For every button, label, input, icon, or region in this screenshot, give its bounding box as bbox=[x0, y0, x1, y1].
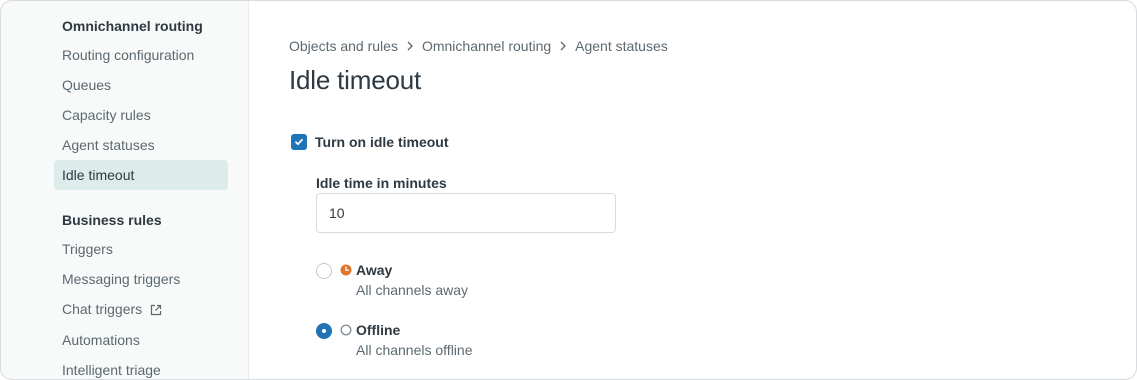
chevron-right-icon bbox=[559, 38, 567, 54]
circle-outline-icon bbox=[340, 324, 352, 336]
status-option-description: All channels away bbox=[356, 282, 469, 298]
checkmark-icon bbox=[295, 138, 303, 146]
chevron-right-icon bbox=[406, 38, 414, 54]
radio-offline[interactable] bbox=[316, 323, 332, 339]
sidebar-item-intelligent-triage[interactable]: Intelligent triage bbox=[54, 355, 228, 379]
sidebar-item-automations[interactable]: Automations bbox=[54, 325, 228, 355]
sidebar-item-messaging-triggers[interactable]: Messaging triggers bbox=[54, 264, 228, 294]
sidebar-item-chat-triggers[interactable]: Chat triggers bbox=[54, 294, 228, 324]
status-option-away[interactable]: Away All channels away bbox=[316, 262, 468, 298]
external-link-icon bbox=[150, 296, 162, 326]
sidebar-item-queues[interactable]: Queues bbox=[54, 70, 228, 100]
radio-away[interactable] bbox=[316, 263, 332, 279]
idle-time-input[interactable] bbox=[316, 193, 616, 233]
sidebar-item-triggers[interactable]: Triggers bbox=[54, 234, 228, 264]
status-option-description: All channels offline bbox=[356, 342, 473, 358]
sidebar-group-title-business-rules: Business rules bbox=[62, 212, 162, 228]
breadcrumb: Objects and rules Omnichannel routing Ag… bbox=[289, 38, 668, 54]
breadcrumb-objects-and-rules[interactable]: Objects and rules bbox=[289, 38, 398, 54]
idle-time-label: Idle time in minutes bbox=[316, 175, 447, 191]
breadcrumb-agent-statuses[interactable]: Agent statuses bbox=[575, 38, 668, 54]
sidebar-item-routing-configuration[interactable]: Routing configuration bbox=[54, 40, 228, 70]
status-option-offline[interactable]: Offline All channels offline bbox=[316, 322, 472, 358]
checkbox-checked[interactable] bbox=[291, 134, 307, 150]
status-option-title: Offline bbox=[356, 322, 401, 338]
status-option-title: Away bbox=[356, 262, 393, 278]
main-content: Objects and rules Omnichannel routing Ag… bbox=[249, 1, 1136, 379]
sidebar: Omnichannel routing Routing configuratio… bbox=[1, 1, 249, 379]
page-title: Idle timeout bbox=[289, 65, 422, 95]
breadcrumb-omnichannel-routing[interactable]: Omnichannel routing bbox=[422, 38, 551, 54]
sidebar-item-label: Chat triggers bbox=[62, 301, 143, 317]
sidebar-item-agent-statuses[interactable]: Agent statuses bbox=[54, 130, 228, 160]
sidebar-group-title-omnichannel: Omnichannel routing bbox=[62, 18, 203, 34]
sidebar-item-capacity-rules[interactable]: Capacity rules bbox=[54, 100, 228, 130]
sidebar-item-idle-timeout[interactable]: Idle timeout bbox=[54, 160, 228, 190]
idle-timeout-toggle-label: Turn on idle timeout bbox=[315, 134, 449, 150]
app-window: Omnichannel routing Routing configuratio… bbox=[0, 0, 1137, 380]
clock-icon bbox=[340, 264, 352, 276]
idle-timeout-toggle[interactable]: Turn on idle timeout bbox=[291, 134, 449, 150]
